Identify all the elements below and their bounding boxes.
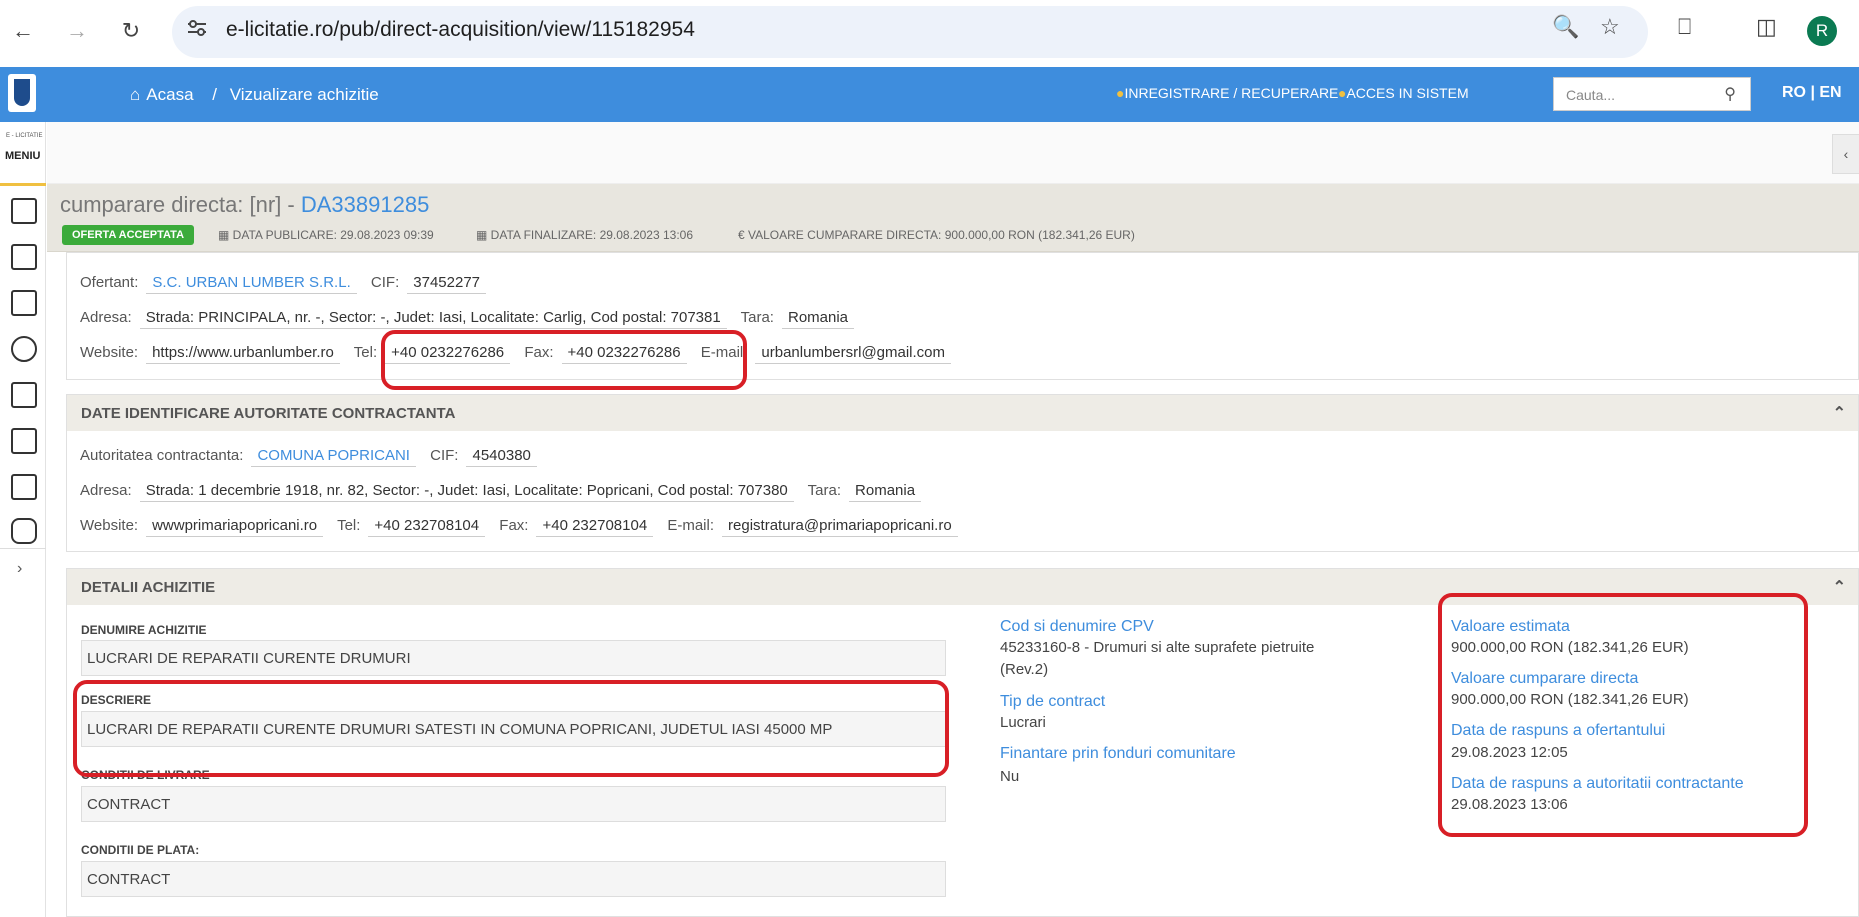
contract-type-value: Lucrari (1000, 714, 1046, 731)
bidder-cif: 37452277 (407, 272, 487, 294)
livrare-field: CONTRACT (81, 786, 946, 822)
authority-row-3: Website: wwwprimariapopricani.ro Tel: +40 … (80, 515, 968, 537)
cpv-line-1: 45233160-8 - Drumuri si alte suprafete p… (1000, 639, 1315, 656)
authority-cif: 4540380 (466, 445, 537, 467)
forward-icon[interactable]: → (60, 14, 94, 48)
authority-row-1: Autoritatea contractanta: COMUNA POPRICAN… (80, 445, 547, 467)
id-card-icon[interactable] (11, 428, 37, 454)
browser-chrome: ← → ↻ e-licitatie.ro/pub/direct-acquisit… (0, 0, 1859, 66)
authority-fax: +40 232708104 (536, 515, 654, 537)
authority-name-link[interactable]: COMUNA POPRICANI (251, 445, 416, 467)
list-icon[interactable] (11, 244, 37, 270)
authority-country: Romania (849, 480, 922, 502)
user-group-icon[interactable] (11, 382, 37, 408)
bidder-address: Strada: PRINCIPALA, nr. -, Sector: -, Ju… (139, 307, 727, 329)
bidder-country: Romania (781, 307, 855, 329)
bidder-row-1: Ofertant: S.C. URBAN LUMBER S.R.L. CIF: 37… (80, 272, 496, 294)
chevron-up-icon[interactable]: ⌃ (1833, 577, 1846, 597)
denumire-label: DENUMIRE ACHIZITIE (81, 623, 207, 637)
zoom-icon[interactable]: 🔍 (1552, 14, 1579, 40)
bidder-website[interactable]: https://www.urbanlumber.ro (146, 342, 340, 364)
side-panel-icon[interactable]: ◫ (1756, 14, 1777, 40)
calendar-icon: ▦ (218, 228, 233, 242)
chevron-up-icon[interactable]: ⌃ (1833, 403, 1846, 423)
publish-date: ▦ DATA PUBLICARE: 29.08.2023 09:39 (218, 228, 434, 242)
reload-icon[interactable]: ↻ (114, 14, 148, 48)
site-settings-icon[interactable] (186, 18, 208, 38)
document-icon[interactable] (11, 198, 37, 224)
sidebar-expand-icon[interactable]: › (17, 560, 22, 578)
cpv-label: Cod si denumire CPV (1000, 618, 1154, 635)
euro-icon: € (738, 228, 749, 242)
site-logo[interactable] (8, 74, 36, 112)
final-date: ▦ DATA FINALIZARE: 29.08.2023 13:06 (476, 228, 694, 242)
chat-icon[interactable] (11, 518, 37, 544)
language-switch[interactable]: RO | EN (1782, 84, 1842, 102)
highlight-phone-fax (381, 330, 747, 390)
calendar-icon: ▦ (476, 228, 491, 242)
breadcrumb-separator: / (212, 85, 217, 104)
eu-funds-value: Nu (1000, 768, 1020, 785)
extensions-icon[interactable]: ⎕ (1678, 14, 1691, 40)
breadcrumb-current: Vizualizare achizitie (229, 85, 379, 104)
toolbar (47, 122, 1859, 184)
back-icon[interactable]: ← (6, 14, 40, 48)
highlight-description (73, 680, 949, 777)
site-topbar: ⌂ Acasa / Vizualizare achizitie ●INREGIST… (0, 67, 1859, 122)
authority-email: registratura@primariapopricani.ro (722, 515, 958, 537)
breadcrumb: ⌂ Acasa / Vizualizare achizitie (130, 85, 385, 105)
collapse-panel-icon[interactable]: ‹ (1832, 134, 1859, 174)
plata-field: CONTRACT (81, 861, 946, 897)
authority-heading[interactable]: DATE IDENTIFICARE AUTORITATE CONTRACTANT… (67, 395, 1858, 431)
highlight-values-dates (1438, 593, 1808, 837)
eu-funds-label: Finantare prin fonduri comunitare (1000, 745, 1236, 762)
direct-value: € VALOARE CUMPARARE DIRECTA: 900.000,00 … (738, 228, 1135, 242)
page-title: cumparare directa: [nr] - DA33891285 (60, 192, 430, 217)
status-badge: OFERTA ACCEPTATA (62, 225, 195, 245)
authority-address: Strada: 1 decembrie 1918, nr. 82, Sector… (139, 480, 794, 502)
sidebar-menu-label[interactable]: MENIU (5, 150, 40, 162)
profile-avatar[interactable]: R (1807, 16, 1837, 46)
login-link[interactable]: ●ACCES IN SISTEM (1338, 85, 1469, 101)
authority-row-2: Adresa: Strada: 1 decembrie 1918, nr. 82,… (80, 480, 931, 502)
url-text[interactable]: e-licitatie.ro/pub/direct-acquisition/vi… (226, 18, 695, 42)
search-icon[interactable]: ⚲ (1724, 84, 1736, 104)
authority-website[interactable]: wwwprimariapopricani.ro (146, 515, 324, 537)
clipboard-icon[interactable] (11, 290, 37, 316)
table-icon[interactable] (11, 474, 37, 500)
help-icon[interactable] (11, 336, 37, 362)
denumire-field: LUCRARI DE REPARATII CURENTE DRUMURI (81, 640, 946, 676)
bidder-row-2: Adresa: Strada: PRINCIPALA, nr. -, Sector… (80, 307, 864, 329)
authority-tel: +40 232708104 (368, 515, 486, 537)
bidder-name-link[interactable]: S.C. URBAN LUMBER S.R.L. (146, 272, 357, 294)
cpv-line-2: (Rev.2) (1000, 661, 1049, 678)
contract-type-label: Tip de contract (1000, 693, 1106, 710)
search-input[interactable]: Cauta... ⚲ (1553, 77, 1751, 111)
sidebar-brand: E - LICITATIE (6, 133, 43, 139)
sidebar-active-indicator (0, 183, 46, 186)
acquisition-code[interactable]: DA33891285 (301, 192, 429, 217)
bookmark-star-icon[interactable]: ☆ (1600, 14, 1620, 40)
register-link[interactable]: ●INREGISTRARE / RECUPERARE (1116, 85, 1338, 101)
home-icon[interactable]: ⌂ (130, 85, 140, 104)
sidebar-divider (0, 548, 46, 549)
breadcrumb-home[interactable]: Acasa (146, 85, 193, 104)
plata-label: CONDITII DE PLATA: (81, 843, 200, 857)
bidder-email: urbanlumbersrl@gmail.com (755, 342, 952, 364)
